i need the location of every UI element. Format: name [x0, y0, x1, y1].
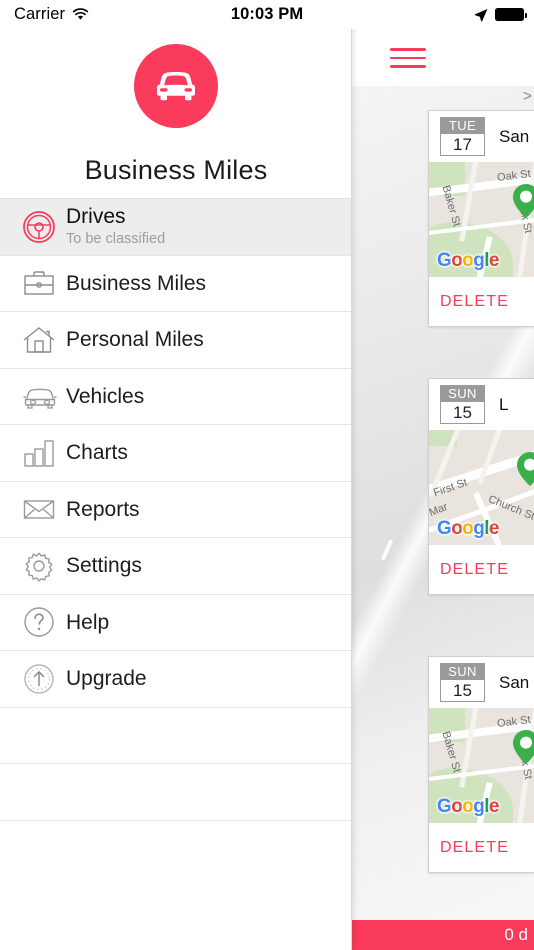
- drive-card[interactable]: SUN 15 L First St Church St Mar Google D…: [428, 378, 534, 595]
- sidebar-item-settings[interactable]: Settings: [0, 537, 352, 594]
- car-front-icon: [157, 72, 195, 101]
- delete-button[interactable]: DELETE: [440, 561, 509, 579]
- date-badge-day: 15: [441, 402, 484, 423]
- content-navigation-bar: [352, 29, 534, 86]
- sidebar-item-drives[interactable]: Drives To be classified: [0, 198, 352, 255]
- sidebar-item-label: Drives: [66, 205, 126, 229]
- sidebar-item-business-miles[interactable]: Business Miles: [0, 254, 352, 311]
- drawer-edge: [351, 0, 352, 950]
- drive-card-actions: DELETE: [429, 545, 534, 594]
- date-badge: TUE 17: [440, 117, 485, 156]
- car-icon: [22, 379, 66, 413]
- expand-caret-label: >: [522, 88, 532, 105]
- map-pin-icon: [513, 730, 534, 764]
- drive-card-header: TUE 17 San: [429, 111, 534, 162]
- house-icon: [22, 323, 66, 357]
- upgrade-arrow-icon: [22, 662, 66, 696]
- status-bar: Carrier 10:03 PM: [0, 0, 534, 29]
- sidebar-item-label: Personal Miles: [66, 328, 204, 352]
- summary-bottom-bar[interactable]: 0 d: [352, 920, 534, 950]
- drive-card-list: TUE 17 San Oak St Baker St ck St Google …: [352, 110, 534, 920]
- google-logo: Google: [437, 250, 499, 271]
- delete-button[interactable]: DELETE: [440, 293, 509, 311]
- date-badge-dow: SUN: [441, 664, 484, 680]
- sidebar-item-label: Charts: [66, 441, 128, 465]
- sidebar-item-label: Settings: [66, 554, 142, 578]
- drive-location-label: L: [499, 394, 509, 414]
- map-pin-icon: [513, 184, 534, 218]
- sidebar-item-vehicles[interactable]: Vehicles: [0, 367, 352, 424]
- drive-card-header: SUN 15 L: [429, 379, 534, 430]
- date-badge-dow: TUE: [441, 118, 484, 134]
- sidebar-item-label: Business Miles: [66, 271, 207, 295]
- sidebar-item-charts[interactable]: Charts: [0, 424, 352, 481]
- drive-map-thumbnail[interactable]: Oak St Baker St ck St Google: [429, 162, 534, 277]
- summary-bottom-bar-label: 0 d: [504, 925, 528, 944]
- drive-card[interactable]: SUN 15 San Oak St Baker St ck St Google …: [428, 656, 534, 873]
- date-badge: SUN 15: [440, 385, 485, 424]
- drive-card-actions: DELETE: [429, 823, 534, 872]
- drawer-header: Business Miles: [0, 0, 352, 198]
- sidebar-item-label: Upgrade: [66, 667, 147, 691]
- delete-button[interactable]: DELETE: [440, 839, 509, 857]
- expand-caret[interactable]: >: [352, 86, 534, 108]
- steering-wheel-icon: [22, 210, 66, 244]
- sidebar-item-help[interactable]: Help: [0, 593, 352, 650]
- status-bar-right: [474, 8, 527, 22]
- sidebar-item-label: Vehicles: [66, 384, 145, 408]
- battery-full-icon: [495, 8, 527, 21]
- envelope-icon: [22, 492, 66, 526]
- map-pin-icon: [517, 452, 534, 486]
- drawer-menu: Drives To be classified Business Miles P…: [0, 198, 352, 876]
- status-bar-time: 10:03 PM: [230, 5, 304, 23]
- drive-map-thumbnail[interactable]: First St Church St Mar Google: [429, 430, 534, 545]
- question-circle-icon: [22, 605, 66, 639]
- google-logo: Google: [437, 518, 499, 539]
- sidebar-item-upgrade[interactable]: Upgrade: [0, 650, 352, 707]
- location-arrow-icon: [474, 8, 488, 22]
- date-badge-day: 17: [441, 134, 484, 155]
- navigation-drawer: Business Miles Drives To be classified B…: [0, 0, 352, 950]
- app-screen: > TUE 17 San Oak St Baker St ck St Googl…: [0, 0, 534, 950]
- hamburger-menu-icon[interactable]: [390, 45, 426, 71]
- app-logo: [134, 44, 218, 128]
- briefcase-icon: [22, 266, 66, 300]
- drawer-empty-row: [0, 706, 352, 763]
- sidebar-item-reports[interactable]: Reports: [0, 480, 352, 537]
- sidebar-item-subtitle: To be classified: [66, 231, 166, 248]
- date-badge-day: 15: [441, 680, 484, 701]
- gear-icon: [22, 549, 66, 583]
- google-logo: Google: [437, 796, 499, 817]
- drive-card-actions: DELETE: [429, 277, 534, 326]
- drive-map-thumbnail[interactable]: Oak St Baker St ck St Google: [429, 708, 534, 823]
- sidebar-item-label: Help: [66, 610, 110, 634]
- bar-chart-icon: [22, 436, 66, 470]
- drive-card[interactable]: TUE 17 San Oak St Baker St ck St Google …: [428, 110, 534, 327]
- date-badge: SUN 15: [440, 663, 485, 702]
- drawer-empty-row: [0, 819, 352, 876]
- drawer-empty-row: [0, 763, 352, 820]
- drive-location-label: San: [499, 672, 530, 692]
- drive-location-label: San: [499, 126, 530, 146]
- sidebar-item-label: Reports: [66, 497, 140, 521]
- page-title: Business Miles: [84, 155, 268, 185]
- sidebar-item-personal-miles[interactable]: Personal Miles: [0, 311, 352, 368]
- date-badge-dow: SUN: [441, 386, 484, 402]
- drive-card-header: SUN 15 San: [429, 657, 534, 708]
